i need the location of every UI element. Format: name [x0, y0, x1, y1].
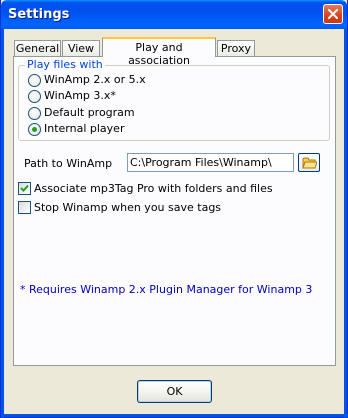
tab-label: Play and association: [128, 41, 190, 67]
folder-icon: [302, 157, 317, 169]
path-to-winamp-label: Path to WinAmp: [24, 157, 113, 170]
window-frame-left: [1, 29, 4, 418]
radio-button-selected[interactable]: [28, 123, 41, 136]
window-title: Settings: [8, 7, 70, 22]
tab-label: Proxy: [220, 42, 252, 55]
radio-button[interactable]: [28, 107, 41, 120]
radio-label: WinAmp 2.x or 5.x: [44, 73, 146, 86]
ok-button[interactable]: OK: [137, 380, 212, 403]
browse-folder-button[interactable]: [298, 153, 320, 172]
stop-winamp-label: Stop Winamp when you save tags: [34, 201, 222, 214]
tab-view[interactable]: View: [62, 40, 100, 56]
tab-play-and-association[interactable]: Play and association: [102, 37, 216, 67]
close-icon: [328, 9, 338, 19]
tab-general[interactable]: General: [14, 40, 61, 56]
close-button[interactable]: [323, 4, 343, 24]
radio-label: Internal player: [44, 122, 125, 135]
tab-label: View: [67, 42, 95, 55]
play-files-group-title: Play files with: [25, 58, 105, 71]
settings-dialog: Settings General View Play and associati…: [0, 0, 348, 418]
tab-proxy[interactable]: Proxy: [217, 40, 255, 56]
radio-label: Default program: [44, 106, 135, 119]
winamp-path-input[interactable]: C:\Program Files\Winamp\: [127, 153, 294, 172]
play-files-group: Play files with WinAmp 2.x or 5.x WinAmp…: [18, 58, 330, 141]
associate-label: Associate mp3Tag Pro with folders and fi…: [34, 182, 273, 195]
window-frame-right: [344, 29, 347, 418]
title-bar[interactable]: Settings: [1, 0, 347, 29]
radio-button[interactable]: [28, 74, 41, 87]
checkmark-icon: [20, 184, 29, 192]
tab-label: General: [15, 42, 60, 55]
window-frame-bottom: [1, 414, 348, 417]
stop-winamp-checkbox[interactable]: [18, 201, 31, 214]
radio-label: WinAmp 3.x*: [44, 89, 116, 102]
associate-checkbox[interactable]: [18, 182, 31, 195]
winamp3-requirement-note: * Requires Winamp 2.x Plugin Manager for…: [20, 283, 313, 296]
radio-button[interactable]: [28, 90, 41, 103]
tab-panel-play-and-association: Play files with WinAmp 2.x or 5.x WinAmp…: [13, 56, 336, 366]
